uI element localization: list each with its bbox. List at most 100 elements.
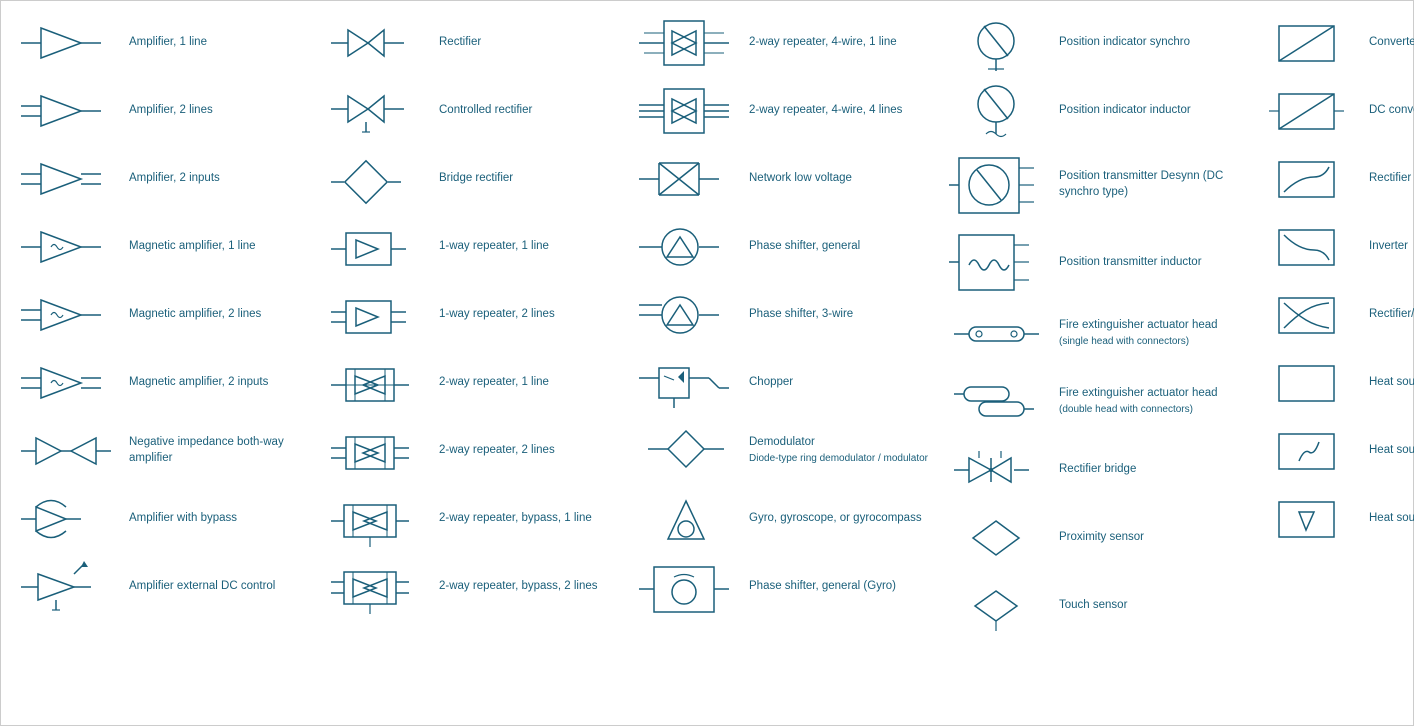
list-item: Magnetic amplifier, 2 lines (9, 281, 311, 349)
symbol-magamp2 (11, 285, 121, 345)
symbol-grid: Amplifier, 1 line Amplifier, 2 lines (5, 9, 1409, 640)
symbol-phshiftgyro (631, 557, 741, 617)
list-item: 2-way repeater, bypass, 1 line (319, 485, 621, 553)
symbol-phshift3 (631, 285, 741, 345)
list-item: Demodulator Diode-type ring demodulator … (629, 417, 931, 485)
label-demod: Demodulator Diode-type ring demodulator … (741, 435, 929, 466)
label-heatsrc: Heat source, general (1361, 375, 1414, 391)
symbol-rep1w2l (321, 285, 431, 345)
symbol-heatsrc (1251, 353, 1361, 413)
list-item: Rectifier (319, 9, 621, 77)
label-magamp1: Magnetic amplifier, 1 line (121, 239, 309, 255)
symbol-amp2in (11, 149, 121, 209)
symbol-posindinductor (941, 81, 1051, 141)
label-rep2w2l: 2-way repeater, 2 lines (431, 443, 619, 459)
symbol-rep2wb1l (321, 489, 431, 549)
symbol-rep2w4w4l (631, 81, 741, 141)
label-bridge: Bridge rectifier (431, 171, 619, 187)
label-rep1w2l: 1-way repeater, 2 lines (431, 307, 619, 323)
list-item: Position indicator inductor (939, 77, 1241, 145)
symbol-crect (321, 81, 431, 141)
symbol-magamp2in (11, 353, 121, 413)
column-1: Amplifier, 1 line Amplifier, 2 lines (5, 9, 315, 640)
label-heatrad: Heat source, radioisotope (1361, 443, 1414, 459)
label-phshift: Phase shifter, general (741, 239, 929, 255)
label-rectbridge: Rectifier bridge (1051, 462, 1239, 478)
label-rep1w1l: 1-way repeater, 1 line (431, 239, 619, 255)
symbol-gyro (631, 489, 741, 549)
list-item: Amplifier, 1 line (9, 9, 311, 77)
page: Amplifier, 1 line Amplifier, 2 lines (0, 0, 1414, 726)
label-phshift3: Phase shifter, 3-wire (741, 307, 929, 323)
symbol-heatrad (1251, 421, 1361, 481)
symbol-rect (321, 13, 431, 73)
symbol-rep2w2l (321, 421, 431, 481)
label-crect: Controlled rectifier (431, 103, 619, 119)
label-rep2wb1l: 2-way repeater, bypass, 1 line (431, 511, 619, 527)
list-item: Heat source, general (1249, 349, 1414, 417)
label-magamp2: Magnetic amplifier, 2 lines (121, 307, 309, 323)
list-item: Converter, general (1249, 9, 1414, 77)
list-item: Rectifier/inverter (1249, 281, 1414, 349)
label-rect: Rectifier (431, 35, 619, 51)
label-proxsensor: Proximity sensor (1051, 530, 1239, 546)
symbol-netlv (631, 149, 741, 209)
list-item: Proximity sensor (939, 504, 1241, 572)
label-postransdesynn: Position transmitter Desynn (DC synchro … (1051, 169, 1239, 200)
symbol-rep2wb2l (321, 557, 431, 617)
list-item: Position indicator synchro (939, 9, 1241, 77)
symbol-heatcomb (1251, 489, 1361, 549)
list-item: Inverter (1249, 213, 1414, 281)
symbol-touchsensor (941, 576, 1051, 636)
symbol-rep1w1l (321, 217, 431, 277)
list-item: Phase shifter, general (629, 213, 931, 281)
label-amp2: Amplifier, 2 lines (121, 103, 309, 119)
symbol-chopper (631, 353, 741, 413)
list-item: 2-way repeater, 4-wire, 4 lines (629, 77, 931, 145)
symbol-rep2w1l (321, 353, 431, 413)
symbol-convgen (1251, 13, 1361, 73)
symbol-fireact1 (941, 304, 1051, 364)
label-posindinductor: Position indicator inductor (1051, 103, 1239, 119)
list-item: 1-way repeater, 1 line (319, 213, 621, 281)
label-phshiftgyro: Phase shifter, general (Gyro) (741, 579, 929, 595)
list-item: Magnetic amplifier, 2 inputs (9, 349, 311, 417)
label-fireact2: Fire extinguisher actuator head (double … (1051, 386, 1239, 417)
list-item: Position transmitter inductor (939, 225, 1241, 300)
label-touchsensor: Touch sensor (1051, 598, 1239, 614)
symbol-proxsensor (941, 508, 1051, 568)
label-ampdc: Amplifier external DC control (121, 579, 309, 595)
list-item: DC converter (1249, 77, 1414, 145)
list-item: Controlled rectifier (319, 77, 621, 145)
label-rep2w4w4l: 2-way repeater, 4-wire, 4 lines (741, 103, 929, 119)
symbol-inverter (1251, 217, 1361, 277)
symbol-rectifier2 (1251, 149, 1361, 209)
label-rep2wb2l: 2-way repeater, bypass, 2 lines (431, 579, 619, 595)
label-magamp2in: Magnetic amplifier, 2 inputs (121, 375, 309, 391)
list-item: Fire extinguisher actuator head (single … (939, 300, 1241, 368)
symbol-ampbypass (11, 489, 121, 549)
label-rectifier2: Rectifier (1361, 171, 1414, 187)
symbol-postransdesynn (941, 155, 1051, 215)
symbol-phshift (631, 217, 741, 277)
list-item: Network low voltage (629, 145, 931, 213)
label-amp1: Amplifier, 1 line (121, 35, 309, 51)
column-5: Converter, general DC converter (1245, 9, 1414, 640)
column-2: Rectifier Controlled rectifier (315, 9, 625, 640)
symbol-ampdc (11, 557, 121, 617)
label-amp2in: Amplifier, 2 inputs (121, 171, 309, 187)
label-postransinductor: Position transmitter inductor (1051, 255, 1239, 271)
list-item: Rectifier bridge (939, 436, 1241, 504)
symbol-amp2 (11, 81, 121, 141)
list-item: 2-way repeater, bypass, 2 lines (319, 553, 621, 621)
list-item: Amplifier, 2 inputs (9, 145, 311, 213)
list-item: Touch sensor (939, 572, 1241, 640)
label-netlv: Network low voltage (741, 171, 929, 187)
label-heatcomb: Heat source, combustion (1361, 511, 1414, 527)
label-rectinv: Rectifier/inverter (1361, 307, 1414, 323)
label-rep2w1l: 2-way repeater, 1 line (431, 375, 619, 391)
list-item: Magnetic amplifier, 1 line (9, 213, 311, 281)
label-gyro: Gyro, gyroscope, or gyrocompass (741, 511, 929, 527)
column-3: 2-way repeater, 4-wire, 1 line (625, 9, 935, 640)
list-item: Phase shifter, general (Gyro) (629, 553, 931, 621)
